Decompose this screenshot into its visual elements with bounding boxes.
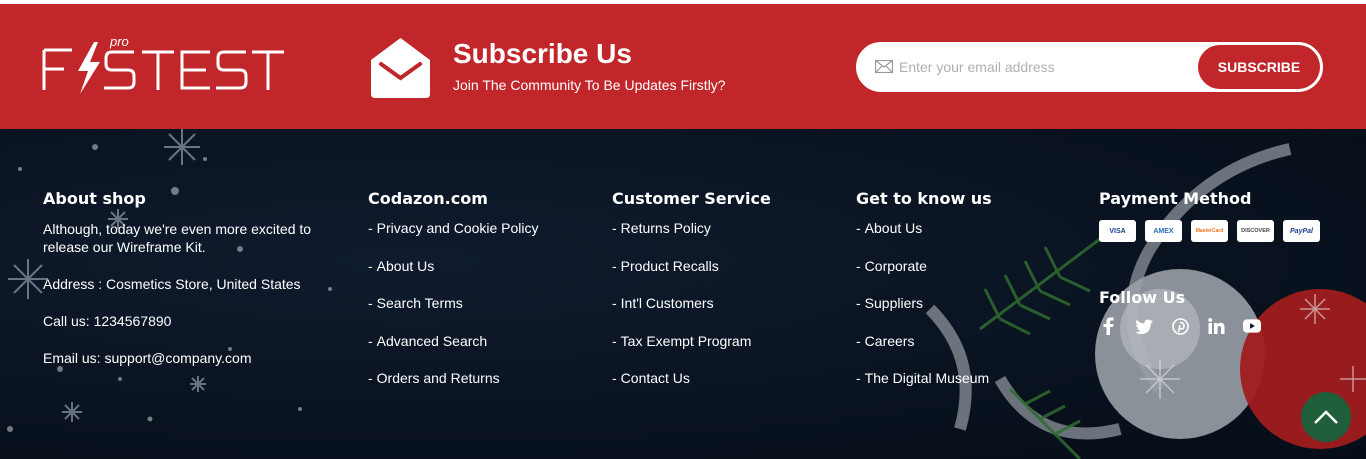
- footer-link-about-us[interactable]: - About Us: [368, 258, 539, 296]
- payment-column: Payment Method VISA AMEX MasterCard DISC…: [1099, 189, 1320, 335]
- about-shop-column: About shop Although, today we're even mo…: [43, 189, 333, 386]
- footer-link-privacy[interactable]: - Privacy and Cookie Policy: [368, 220, 539, 258]
- follow-us-title: Follow Us: [1099, 288, 1186, 307]
- about-shop-text: Although, today we're even more excited …: [43, 221, 312, 255]
- subscribe-form: SUBSCRIBE: [856, 42, 1323, 92]
- footer-link-orders-returns[interactable]: - Orders and Returns: [368, 370, 539, 408]
- amex-card-icon: AMEX: [1145, 220, 1182, 242]
- footer-link-returns-policy[interactable]: - Returns Policy: [612, 220, 771, 258]
- about-shop-title: About shop: [43, 189, 146, 208]
- footer-link-search-terms[interactable]: - Search Terms: [368, 295, 539, 333]
- subscribe-button[interactable]: SUBSCRIBE: [1198, 45, 1320, 89]
- logo-graphic: [42, 42, 284, 94]
- footer: About shop Although, today we're even mo…: [0, 129, 1366, 459]
- footer-link-tax-exempt[interactable]: - Tax Exempt Program: [612, 333, 771, 371]
- paypal-card-icon: PayPal: [1283, 220, 1320, 242]
- codazon-column: Codazon.com - Privacy and Cookie Policy -…: [368, 189, 539, 408]
- footer-link-product-recalls[interactable]: - Product Recalls: [612, 258, 771, 296]
- scroll-to-top-button[interactable]: [1301, 392, 1351, 442]
- pinterest-icon[interactable]: [1171, 317, 1189, 335]
- footer-link-about[interactable]: - About Us: [856, 220, 992, 258]
- shop-address: Address : Cosmetics Store, United States: [43, 276, 301, 292]
- shop-email: Email us: support@company.com: [43, 350, 252, 366]
- twitter-icon[interactable]: [1135, 317, 1153, 335]
- logo-pro-label: pro: [110, 34, 129, 49]
- know-us-title: Get to know us: [856, 189, 992, 208]
- shop-phone: Call us: 1234567890: [43, 313, 172, 329]
- payment-cards: VISA AMEX MasterCard DISCOVER PayPal: [1099, 220, 1320, 242]
- site-logo[interactable]: pro: [42, 34, 287, 98]
- footer-link-advanced-search[interactable]: - Advanced Search: [368, 333, 539, 371]
- envelope-open-icon: [371, 38, 430, 98]
- know-us-column: Get to know us - About Us - Corporate - Sup…: [856, 189, 992, 408]
- payment-title: Payment Method: [1099, 189, 1252, 208]
- codazon-title: Codazon.com: [368, 189, 488, 208]
- footer-link-suppliers[interactable]: - Suppliers: [856, 295, 992, 333]
- subscribe-title: Subscribe Us: [453, 38, 632, 69]
- mail-icon: [875, 60, 893, 73]
- subscribe-description: Join The Community To Be Updates Firstly…: [453, 77, 726, 93]
- email-input[interactable]: [899, 49, 1189, 85]
- social-links: [1099, 317, 1320, 335]
- footer-link-intl-customers[interactable]: - Int'l Customers: [612, 295, 771, 333]
- customer-service-title: Customer Service: [612, 189, 771, 208]
- chevron-up-icon: [1314, 410, 1338, 424]
- footer-link-digital-museum[interactable]: - The Digital Museum: [856, 370, 992, 408]
- visa-card-icon: VISA: [1099, 220, 1136, 242]
- facebook-icon[interactable]: [1099, 317, 1117, 335]
- discover-card-icon: DISCOVER: [1237, 220, 1274, 242]
- subscribe-bar: pro Subscribe Us Join The Community To B…: [0, 4, 1366, 129]
- linkedin-icon[interactable]: [1207, 317, 1225, 335]
- customer-service-column: Customer Service - Returns Policy - Produc…: [612, 189, 771, 408]
- footer-link-contact-us[interactable]: - Contact Us: [612, 370, 771, 408]
- mastercard-icon: MasterCard: [1191, 220, 1228, 242]
- footer-link-careers[interactable]: - Careers: [856, 333, 992, 371]
- youtube-icon[interactable]: [1243, 317, 1261, 335]
- footer-link-corporate[interactable]: - Corporate: [856, 258, 992, 296]
